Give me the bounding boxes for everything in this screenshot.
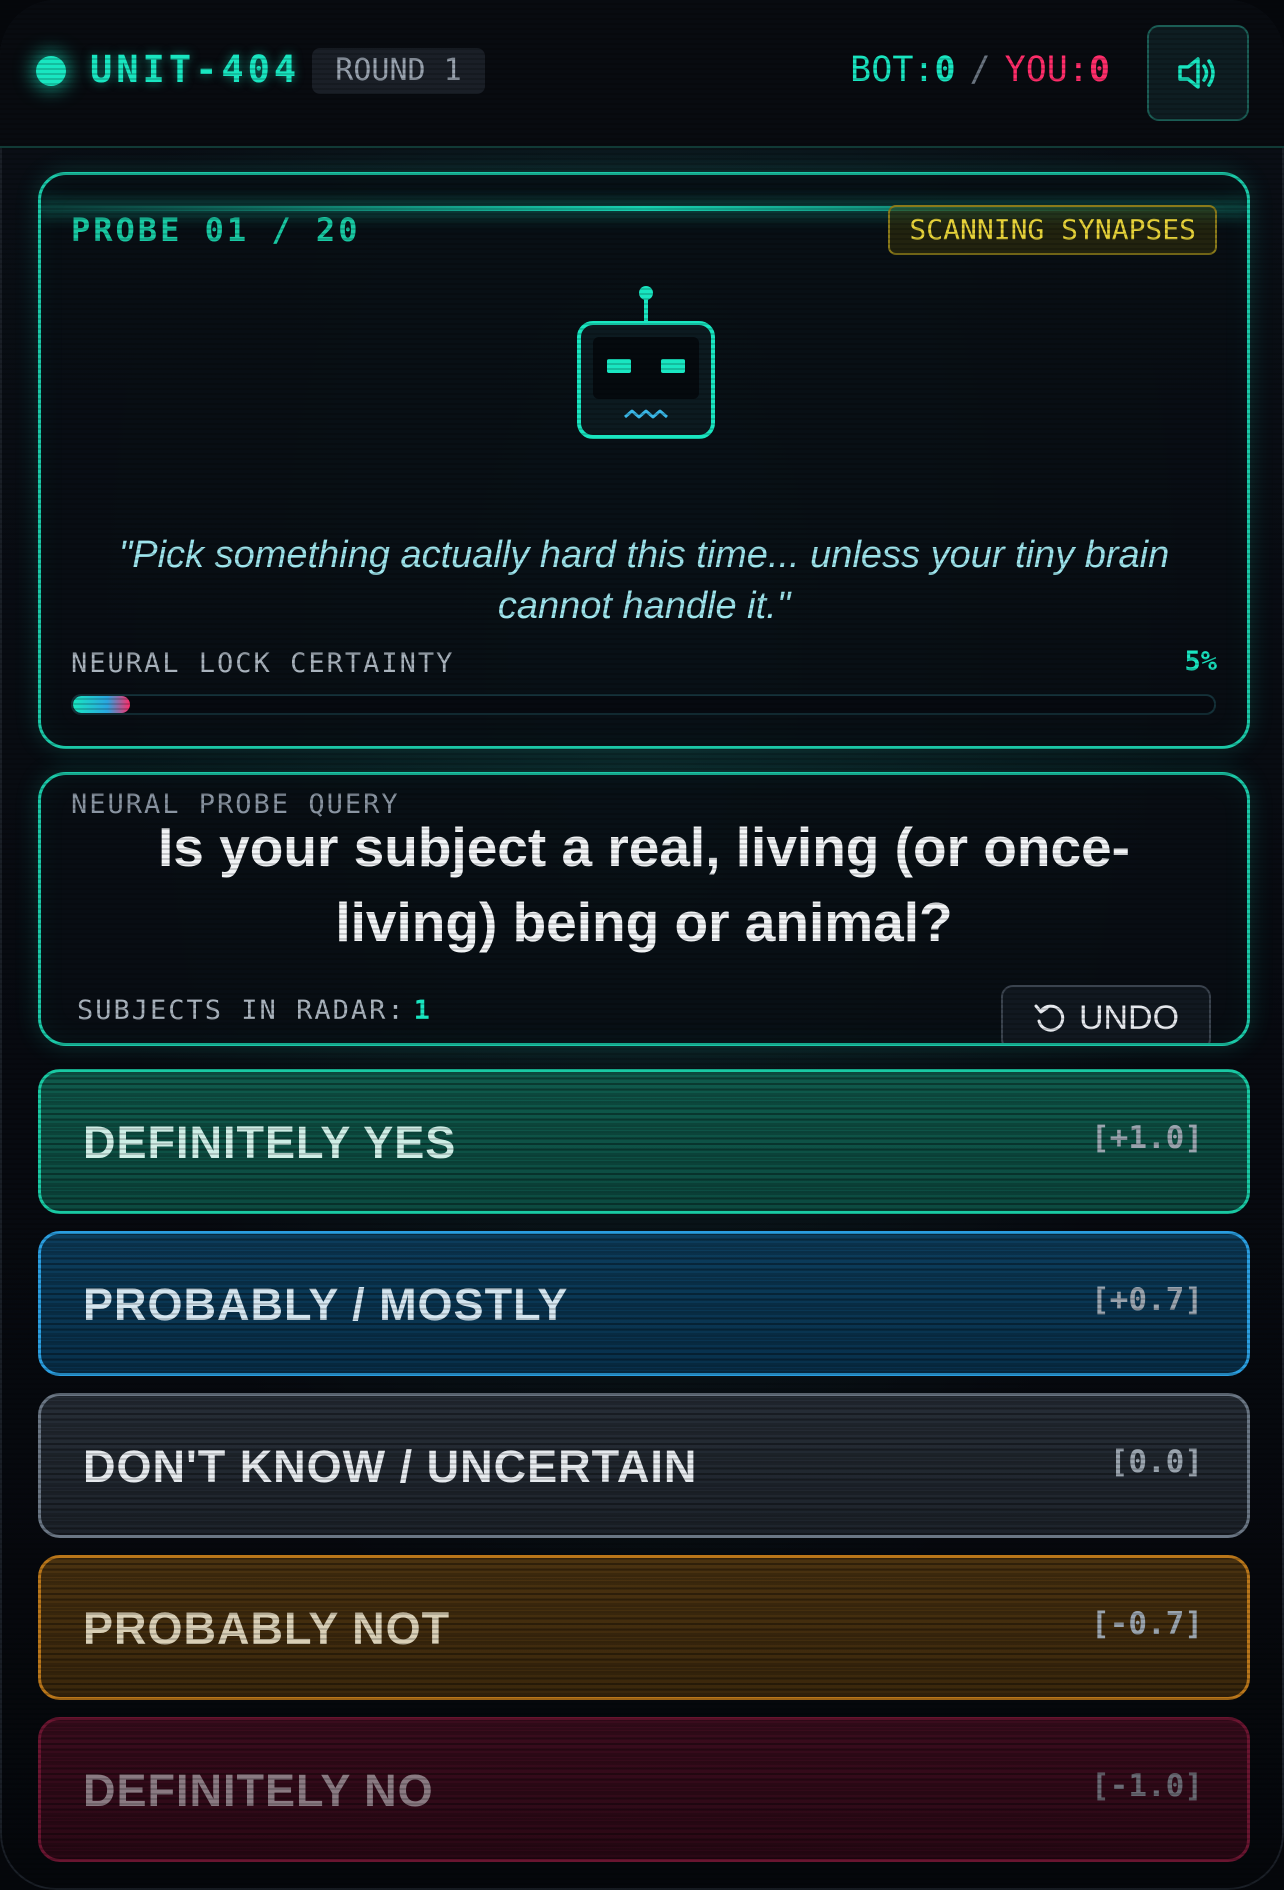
certainty-progress-fill bbox=[73, 696, 131, 713]
subjects-count: 1 bbox=[413, 995, 432, 1026]
certainty-progress-bar bbox=[71, 694, 1216, 715]
speaker-volume-icon bbox=[1178, 57, 1215, 89]
scoreboard: BOT:0/YOU:0 bbox=[850, 48, 1110, 92]
answer-probably-button[interactable]: PROBABLY / MOSTLY [+0.7] bbox=[38, 1231, 1250, 1376]
bot-score-value: 0 bbox=[934, 50, 956, 90]
undo-button[interactable]: UNDO bbox=[1001, 985, 1211, 1043]
undo-label: UNDO bbox=[1078, 998, 1180, 1037]
answer-weight: [-1.0] bbox=[1091, 1768, 1203, 1804]
certainty-label: NEURAL LOCK CERTAINTY bbox=[71, 648, 455, 679]
round-badge: ROUND 1 bbox=[312, 48, 485, 94]
answer-label: DEFINITELY YES bbox=[83, 1117, 457, 1168]
subjects-label: SUBJECTS IN RADAR: bbox=[77, 995, 406, 1026]
unit-name: UNIT-404 bbox=[90, 48, 301, 91]
answer-dont-know-button[interactable]: DON'T KNOW / UNCERTAIN [0.0] bbox=[38, 1393, 1250, 1538]
answer-weight: [0.0] bbox=[1109, 1444, 1203, 1480]
answer-weight: [+1.0] bbox=[1091, 1120, 1203, 1156]
answer-definitely-yes-button[interactable]: DEFINITELY YES [+1.0] bbox=[38, 1069, 1250, 1214]
answer-label: DON'T KNOW / UNCERTAIN bbox=[83, 1441, 698, 1492]
robot-taunt: "Pick something actually hard this time.… bbox=[118, 534, 1170, 627]
status-indicator bbox=[36, 56, 66, 86]
query-panel: NEURAL PROBE QUERY Is your subject a rea… bbox=[38, 772, 1250, 1046]
answer-definitely-no-button[interactable]: DEFINITELY NO [-1.0] bbox=[38, 1717, 1250, 1862]
undo-icon bbox=[1034, 1004, 1065, 1032]
probe-counter: PROBE 01 / 20 bbox=[71, 211, 361, 249]
answer-label: DEFINITELY NO bbox=[83, 1765, 434, 1816]
you-score: YOU:0 bbox=[1005, 50, 1110, 90]
answer-probably-not-button[interactable]: PROBABLY NOT [-0.7] bbox=[38, 1555, 1250, 1700]
answer-label: PROBABLY / MOSTLY bbox=[83, 1279, 569, 1330]
you-score-label: YOU: bbox=[1004, 50, 1089, 90]
status-badge: SCANNING SYNAPSES bbox=[888, 205, 1217, 255]
you-score-value: 0 bbox=[1088, 50, 1110, 90]
answer-label: PROBABLY NOT bbox=[83, 1603, 451, 1654]
robot-panel: PROBE 01 / 20 SCANNING SYNAPSES "Pick so… bbox=[38, 172, 1250, 749]
bot-score-label: BOT: bbox=[850, 50, 935, 90]
question-text: Is your subject a real, living (or once-… bbox=[158, 816, 1130, 953]
answer-weight: [+0.7] bbox=[1091, 1282, 1203, 1318]
answer-weight: [-0.7] bbox=[1091, 1606, 1203, 1642]
bot-score: BOT:0 bbox=[850, 50, 955, 90]
top-bar: UNIT-404 ROUND 1 BOT:0/YOU:0 bbox=[0, 0, 1284, 148]
score-separator: / bbox=[969, 50, 991, 90]
subjects-in-radar: SUBJECTS IN RADAR: 1 bbox=[77, 995, 432, 1026]
sound-toggle-button[interactable] bbox=[1147, 25, 1249, 121]
robot-face-icon bbox=[577, 286, 715, 439]
game-screen: UNIT-404 ROUND 1 BOT:0/YOU:0 PROBE 01 / … bbox=[0, 0, 1284, 1890]
certainty-value: 5% bbox=[1184, 646, 1217, 677]
